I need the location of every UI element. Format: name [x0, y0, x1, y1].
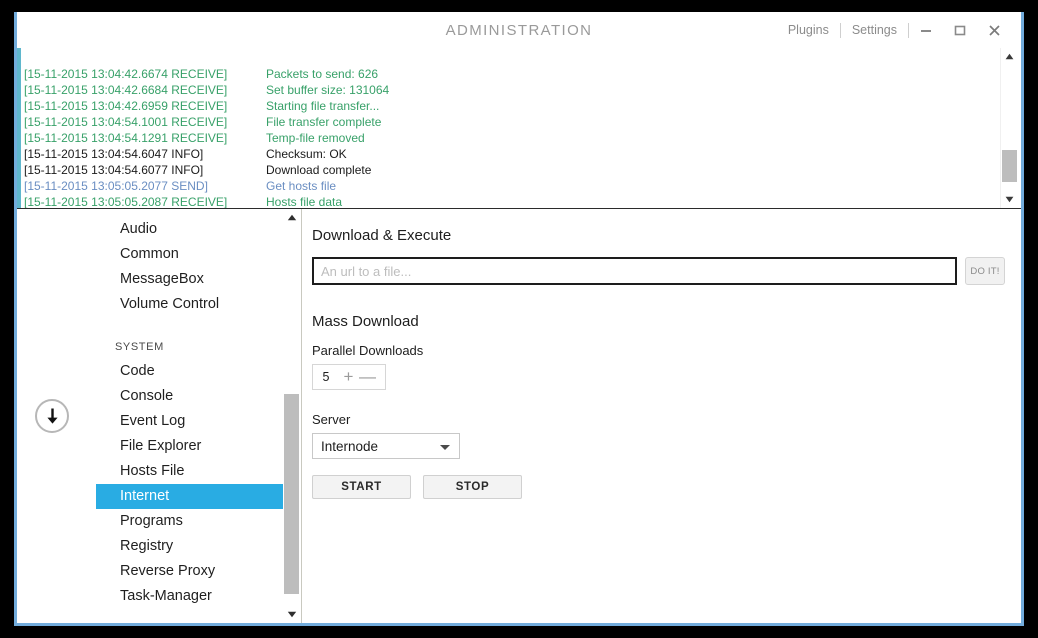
- parallel-downloads-label: Parallel Downloads: [312, 343, 424, 358]
- log-entry: [15-11-2015 13:05:05.2077 SEND] Get hosts…: [24, 178, 991, 194]
- title-bar: ADMINISTRATION Plugins Settings: [17, 12, 1021, 48]
- log-entry-message: Temp-file removed: [266, 131, 365, 145]
- log-scrollbar[interactable]: [1000, 48, 1017, 208]
- chevron-down-icon: [287, 611, 296, 618]
- log-entry-timestamp: [15-11-2015 13:04:54.1291 RECEIVE]: [24, 131, 228, 145]
- log-entry-message: Get hosts file: [266, 179, 337, 193]
- url-input[interactable]: [312, 257, 957, 285]
- sidebar-item-reverse-proxy[interactable]: Reverse Proxy: [96, 559, 285, 584]
- sidebar-item-event-log[interactable]: Event Log: [96, 409, 285, 434]
- sidebar-item-file-explorer[interactable]: File Explorer: [96, 434, 285, 459]
- sidebar-item-hosts-file[interactable]: Hosts File: [96, 459, 285, 484]
- log-entry-timestamp: [15-11-2015 13:04:54.6047 INFO]: [24, 147, 204, 161]
- sidebar-nav-list: FUNAudioCommonMessageBoxVolume Control SY…: [96, 209, 285, 609]
- sidebar-scroll-thumb[interactable]: [284, 394, 299, 594]
- server-selected-value: Internode: [321, 438, 379, 454]
- sidebar-item-programs[interactable]: Programs: [96, 509, 285, 534]
- download-execute-row: DO IT!: [312, 257, 1005, 285]
- chevron-down-icon: [440, 445, 450, 450]
- minimize-icon: [921, 30, 931, 32]
- log-panel: [15-11-2015 13:04:42.6674 RECEIVE] Packet…: [17, 48, 1021, 208]
- mass-download-heading: Mass Download: [312, 313, 419, 330]
- nav-group-label-fun: FUN: [96, 209, 285, 217]
- sidebar-item-volume-control[interactable]: Volume Control: [96, 292, 285, 317]
- log-entry-timestamp: [15-11-2015 13:04:42.6674 RECEIVE]: [24, 67, 228, 81]
- main-content: Download & Execute DO IT! Mass Download …: [302, 209, 1021, 623]
- maximize-button[interactable]: [943, 12, 977, 48]
- log-entry-timestamp: [15-11-2015 13:04:54.1001 RECEIVE]: [24, 115, 228, 129]
- log-entry-message: Starting file transfer...: [266, 99, 380, 113]
- log-entry-message: File transfer complete: [266, 115, 382, 129]
- sidebar-item-registry[interactable]: Registry: [96, 534, 285, 559]
- stepper-increment-button[interactable]: +: [339, 368, 358, 386]
- settings-link[interactable]: Settings: [841, 12, 908, 48]
- log-entry: [15-11-2015 13:04:54.6077 INFO] Download …: [24, 162, 991, 178]
- arrow-down-icon: [46, 408, 58, 424]
- log-scroll-thumb[interactable]: [1002, 150, 1017, 182]
- start-button[interactable]: START: [312, 475, 411, 499]
- sidebar-item-task-manager[interactable]: Task-Manager: [96, 584, 285, 609]
- stepper-value: 5: [322, 370, 330, 384]
- log-entry-message: Checksum: OK: [266, 147, 347, 161]
- log-entry: [15-11-2015 13:04:54.6047 INFO] Checksum:…: [24, 146, 991, 162]
- plugins-link[interactable]: Plugins: [777, 12, 840, 48]
- log-entry: [15-11-2015 13:04:54.1001 RECEIVE] File t…: [24, 114, 991, 130]
- stepper-decrement-button[interactable]: —: [358, 368, 377, 386]
- log-entry-message: Packets to send: 626: [266, 67, 379, 81]
- close-icon: [988, 24, 1000, 36]
- log-scroll-track[interactable]: [1001, 65, 1018, 191]
- body-region: FUNAudioCommonMessageBoxVolume Control SY…: [17, 209, 1021, 623]
- log-entry-timestamp: [15-11-2015 13:04:42.6959 RECEIVE]: [24, 99, 228, 113]
- chevron-down-icon: [1005, 196, 1014, 203]
- maximize-icon: [954, 25, 966, 36]
- application-window: ADMINISTRATION Plugins Settings [15-11-2…: [14, 12, 1024, 626]
- nav-group-label-system: SYSTEM: [115, 341, 164, 353]
- chevron-up-icon: [287, 214, 296, 221]
- log-entry-timestamp: [15-11-2015 13:04:42.6684 RECEIVE]: [24, 83, 228, 97]
- sidebar-scroll-down-button[interactable]: [283, 606, 300, 623]
- close-button[interactable]: [977, 12, 1011, 48]
- log-scroll-down-button[interactable]: [1001, 191, 1018, 208]
- log-entry: [15-11-2015 13:04:42.6674 RECEIVE] Packet…: [24, 66, 991, 82]
- left-rail: [17, 209, 96, 623]
- log-entry: [15-11-2015 13:04:54.1291 RECEIVE] Temp-f…: [24, 130, 991, 146]
- action-buttons: START STOP: [312, 475, 1005, 499]
- server-label: Server: [312, 412, 351, 427]
- title-bar-controls: Plugins Settings: [777, 12, 1011, 48]
- log-entry-list[interactable]: [15-11-2015 13:04:42.6674 RECEIVE] Packet…: [24, 66, 991, 208]
- sidebar-item-console[interactable]: Console: [96, 384, 285, 409]
- log-entry-message: Set buffer size: 131064: [266, 83, 390, 97]
- sidebar-item-code[interactable]: Code: [96, 359, 285, 384]
- log-entry: [15-11-2015 13:04:42.6959 RECEIVE] Starti…: [24, 98, 991, 114]
- log-entry-message: Hosts file data: [266, 195, 343, 208]
- stop-button[interactable]: STOP: [423, 475, 522, 499]
- download-circle-button[interactable]: [35, 399, 69, 433]
- sidebar-item-internet[interactable]: Internet: [96, 484, 285, 509]
- log-scroll-up-button[interactable]: [1001, 48, 1018, 65]
- log-entry-timestamp: [15-11-2015 13:05:05.2087 RECEIVE]: [24, 195, 228, 208]
- sidebar: FUNAudioCommonMessageBoxVolume Control SY…: [96, 209, 302, 623]
- sidebar-scrollbar[interactable]: [283, 209, 300, 623]
- log-entry-timestamp: [15-11-2015 13:05:05.2077 SEND]: [24, 179, 208, 193]
- chevron-up-icon: [1005, 53, 1014, 60]
- sidebar-item-messagebox[interactable]: MessageBox: [96, 267, 285, 292]
- sidebar-scroll-track[interactable]: [283, 226, 300, 606]
- nav-group-spacer: [96, 317, 285, 335]
- sidebar-item-common[interactable]: Common: [96, 242, 285, 267]
- minimize-button[interactable]: [909, 12, 943, 48]
- do-it-button[interactable]: DO IT!: [965, 257, 1005, 285]
- sidebar-scroll-up-button[interactable]: [283, 209, 300, 226]
- sidebar-item-audio[interactable]: Audio: [96, 217, 285, 242]
- log-accent-bar: [17, 48, 21, 208]
- log-entry: [15-11-2015 13:05:05.2087 RECEIVE] Hosts …: [24, 194, 991, 208]
- download-execute-heading: Download & Execute: [312, 227, 452, 244]
- log-entry-timestamp: [15-11-2015 13:04:54.6077 INFO]: [24, 163, 204, 177]
- server-dropdown[interactable]: Internode: [312, 433, 460, 459]
- log-entry-message: Download complete: [266, 163, 372, 177]
- parallel-downloads-stepper[interactable]: 5 + —: [312, 364, 386, 390]
- log-entry: [15-11-2015 13:04:42.6684 RECEIVE] Set bu…: [24, 82, 991, 98]
